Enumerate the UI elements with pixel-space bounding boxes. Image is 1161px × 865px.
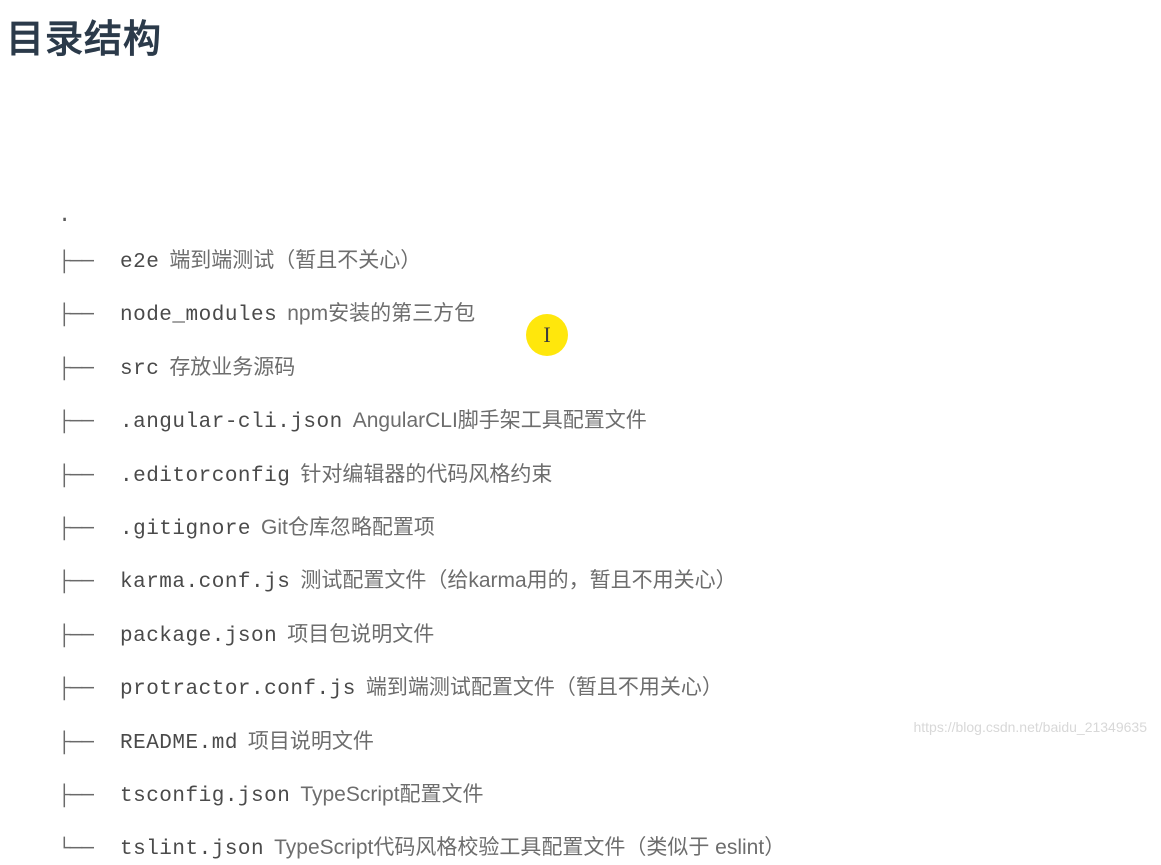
tree-row: ├── src 存放业务源码 xyxy=(58,353,1161,384)
tree-item-desc: AngularCLI脚手架工具配置文件 xyxy=(353,406,647,435)
tree-row: ├── package.json 项目包说明文件 xyxy=(58,620,1161,651)
tree-branch-icon: ├── xyxy=(58,515,120,544)
tree-item-desc: 测试配置文件（给karma用的，暂且不用关心） xyxy=(300,566,736,595)
tree-item-name: e2e xyxy=(120,248,159,277)
tree-item-desc: 项目包说明文件 xyxy=(287,620,434,649)
tree-item-desc: 存放业务源码 xyxy=(169,353,295,382)
page-heading: 目录结构 xyxy=(0,0,1161,63)
tree-item-desc: 端到端测试（暂且不关心） xyxy=(169,246,421,275)
tree-row: ├── protractor.conf.js 端到端测试配置文件（暂且不用关心） xyxy=(58,673,1161,704)
tree-item-name: tsconfig.json xyxy=(120,782,290,811)
tree-item-desc: 项目说明文件 xyxy=(248,727,374,756)
tree-item-name: .angular-cli.json xyxy=(120,408,343,437)
tree-item-desc: TypeScript代码风格校验工具配置文件（类似于 eslint） xyxy=(274,833,785,862)
cursor-highlight-icon xyxy=(526,314,568,356)
tree-row: ├── .gitignore Git仓库忽略配置项 xyxy=(58,513,1161,544)
tree-item-desc: 端到端测试配置文件（暂且不用关心） xyxy=(366,673,723,702)
tree-row: ├── node_modules npm安装的第三方包 xyxy=(58,299,1161,330)
watermark-text: https://blog.csdn.net/baidu_21349635 xyxy=(913,719,1147,735)
tree-item-name: tslint.json xyxy=(120,835,264,864)
tree-item-name: node_modules xyxy=(120,301,277,330)
tree-branch-icon: ├── xyxy=(58,408,120,437)
directory-tree: . ├── e2e 端到端测试（暂且不关心） ├── node_modules … xyxy=(0,63,1161,865)
tree-branch-icon: ├── xyxy=(58,355,120,384)
tree-item-name: src xyxy=(120,355,159,384)
tree-item-desc: Git仓库忽略配置项 xyxy=(261,513,435,542)
tree-row: ├── tsconfig.json TypeScript配置文件 xyxy=(58,780,1161,811)
tree-branch-icon: ├── xyxy=(58,675,120,704)
tree-branch-icon: ├── xyxy=(58,782,120,811)
tree-item-desc: npm安装的第三方包 xyxy=(287,299,475,328)
tree-branch-icon: ├── xyxy=(58,248,120,277)
tree-item-name: protractor.conf.js xyxy=(120,675,356,704)
tree-branch-icon: └── xyxy=(58,835,120,864)
tree-row: ├── .editorconfig 针对编辑器的代码风格约束 xyxy=(58,460,1161,491)
tree-item-desc: TypeScript配置文件 xyxy=(300,780,483,809)
tree-item-desc: 针对编辑器的代码风格约束 xyxy=(300,460,552,489)
tree-item-name: .gitignore xyxy=(120,515,251,544)
tree-row: ├── e2e 端到端测试（暂且不关心） xyxy=(58,246,1161,277)
tree-branch-icon: ├── xyxy=(58,462,120,491)
tree-branch-icon: ├── xyxy=(58,568,120,597)
tree-item-name: .editorconfig xyxy=(120,462,290,491)
tree-row: └── tslint.json TypeScript代码风格校验工具配置文件（类… xyxy=(58,833,1161,864)
tree-row: ├── .angular-cli.json AngularCLI脚手架工具配置文… xyxy=(58,406,1161,437)
tree-item-name: README.md xyxy=(120,729,238,758)
tree-branch-icon: ├── xyxy=(58,622,120,651)
tree-row: ├── karma.conf.js 测试配置文件（给karma用的，暂且不用关心… xyxy=(58,566,1161,597)
tree-branch-icon: ├── xyxy=(58,301,120,330)
tree-branch-icon: ├── xyxy=(58,729,120,758)
tree-item-name: package.json xyxy=(120,622,277,651)
tree-item-name: karma.conf.js xyxy=(120,568,290,597)
tree-root: . xyxy=(58,203,1161,228)
